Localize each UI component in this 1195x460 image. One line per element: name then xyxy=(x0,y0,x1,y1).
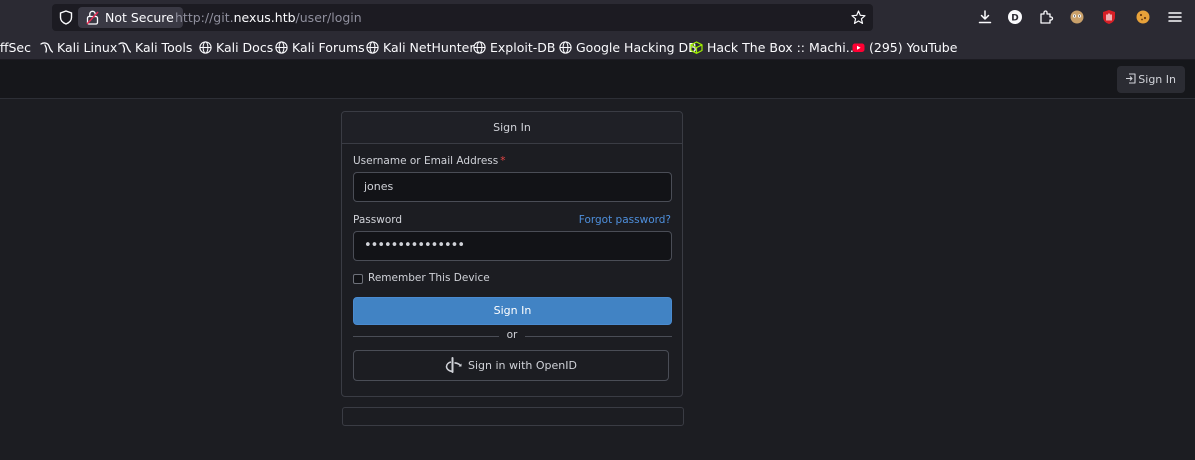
forgot-password-link[interactable]: Forgot password? xyxy=(579,214,671,226)
cookie-extension-icon[interactable] xyxy=(1135,9,1151,25)
bookmark-label: Google Hacking DB xyxy=(576,40,697,55)
globe-icon xyxy=(199,41,212,54)
openid-icon xyxy=(445,357,462,373)
bookmark-label: Kali NetHunter xyxy=(383,40,475,55)
bookmark-google-hacking-db[interactable]: Google Hacking DB xyxy=(559,39,697,56)
browser-toolbar: Not Secure http://git.nexus.htb/user/log… xyxy=(0,0,1195,35)
bookmark-label: Kali Linux xyxy=(57,40,118,55)
required-marker: * xyxy=(500,155,506,167)
address-bar[interactable]: Not Secure http://git.nexus.htb/user/log… xyxy=(52,4,873,31)
kali-dragon-icon xyxy=(40,42,53,53)
bookmark-label: Exploit-DB xyxy=(490,40,556,55)
bookmark-label: Kali Forums xyxy=(292,40,365,55)
extension-d-icon[interactable]: D xyxy=(1007,9,1023,25)
sign-in-icon xyxy=(1126,73,1136,84)
htb-cube-icon xyxy=(690,41,703,54)
bookmark-label: OffSec xyxy=(0,40,31,55)
password-input[interactable]: ••••••••••••••• xyxy=(353,231,672,261)
bookmark-kali-docs[interactable]: Kali Docs xyxy=(199,39,273,56)
navbar-sign-in-label: Sign In xyxy=(1138,73,1176,86)
wappalyzer-icon[interactable] xyxy=(1069,9,1085,25)
site-navbar: Sign In xyxy=(0,60,1195,99)
divider-right xyxy=(525,336,672,337)
navbar-sign-in-button[interactable]: Sign In xyxy=(1117,66,1185,93)
kali-dragon-icon xyxy=(118,42,131,53)
openid-sign-in-label: Sign in with OpenID xyxy=(468,359,577,372)
secondary-panel xyxy=(342,407,684,426)
bookmark-exploit-db[interactable]: Exploit-DB xyxy=(473,39,555,56)
not-secure-badge[interactable]: Not Secure xyxy=(78,7,183,28)
url-text[interactable]: http://git.nexus.htb/user/login xyxy=(175,4,362,31)
openid-sign-in-button[interactable]: Sign in with OpenID xyxy=(353,350,669,381)
bookmark-star-icon[interactable] xyxy=(851,10,866,25)
ublock-icon[interactable] xyxy=(1101,9,1117,25)
divider-left xyxy=(353,336,499,337)
bookmark-kali-tools[interactable]: Kali Tools xyxy=(118,39,192,56)
youtube-icon xyxy=(852,43,865,52)
bookmark-label: Hack The Box :: Machi… xyxy=(707,40,859,55)
svg-text:D: D xyxy=(1011,14,1018,24)
globe-icon xyxy=(559,41,572,54)
globe-icon xyxy=(366,41,379,54)
shield-icon[interactable] xyxy=(59,10,73,25)
password-label: Password xyxy=(353,214,403,226)
bookmark-label: Kali Tools xyxy=(135,40,193,55)
bookmarks-toolbar: OffSec Kali Linux Kali Tools Kali Docs K… xyxy=(0,35,1195,60)
page-content: Sign In Sign In Username or Email Addres… xyxy=(0,60,1195,460)
username-label: Username or Email Address * xyxy=(353,155,505,167)
bookmark-kali-nethunter[interactable]: Kali NetHunter xyxy=(366,39,474,56)
bookmark-youtube[interactable]: (295) YouTube xyxy=(852,39,957,56)
bookmark-label: Kali Docs xyxy=(216,40,274,55)
username-input[interactable]: jones xyxy=(353,172,672,202)
extensions-puzzle-icon[interactable] xyxy=(1038,9,1054,25)
url-domain: nexus.htb xyxy=(233,10,296,25)
broken-lock-icon xyxy=(86,10,99,25)
hamburger-menu-icon[interactable] xyxy=(1167,9,1183,25)
remember-device-checkbox[interactable] xyxy=(353,274,363,284)
remember-device-label[interactable]: Remember This Device xyxy=(368,272,490,284)
bookmark-label: (295) YouTube xyxy=(869,40,958,55)
url-path: /user/login xyxy=(295,10,362,25)
form-title: Sign In xyxy=(342,112,682,144)
globe-icon xyxy=(275,41,288,54)
not-secure-label: Not Secure xyxy=(105,10,174,25)
or-separator: or xyxy=(506,329,518,341)
bookmark-kali-forums[interactable]: Kali Forums xyxy=(275,39,365,56)
bookmark-offsec[interactable]: OffSec xyxy=(0,39,31,56)
url-prefix: http://git. xyxy=(175,10,234,25)
sign-in-button[interactable]: Sign In xyxy=(353,297,672,325)
sign-in-form: Sign In Username or Email Address * jones… xyxy=(341,111,683,397)
download-icon[interactable] xyxy=(977,9,993,25)
bookmark-hack-the-box[interactable]: Hack The Box :: Machi… xyxy=(690,39,858,56)
username-label-text: Username or Email Address xyxy=(353,155,499,167)
globe-icon xyxy=(473,41,486,54)
bookmark-kali-linux[interactable]: Kali Linux xyxy=(40,39,117,56)
